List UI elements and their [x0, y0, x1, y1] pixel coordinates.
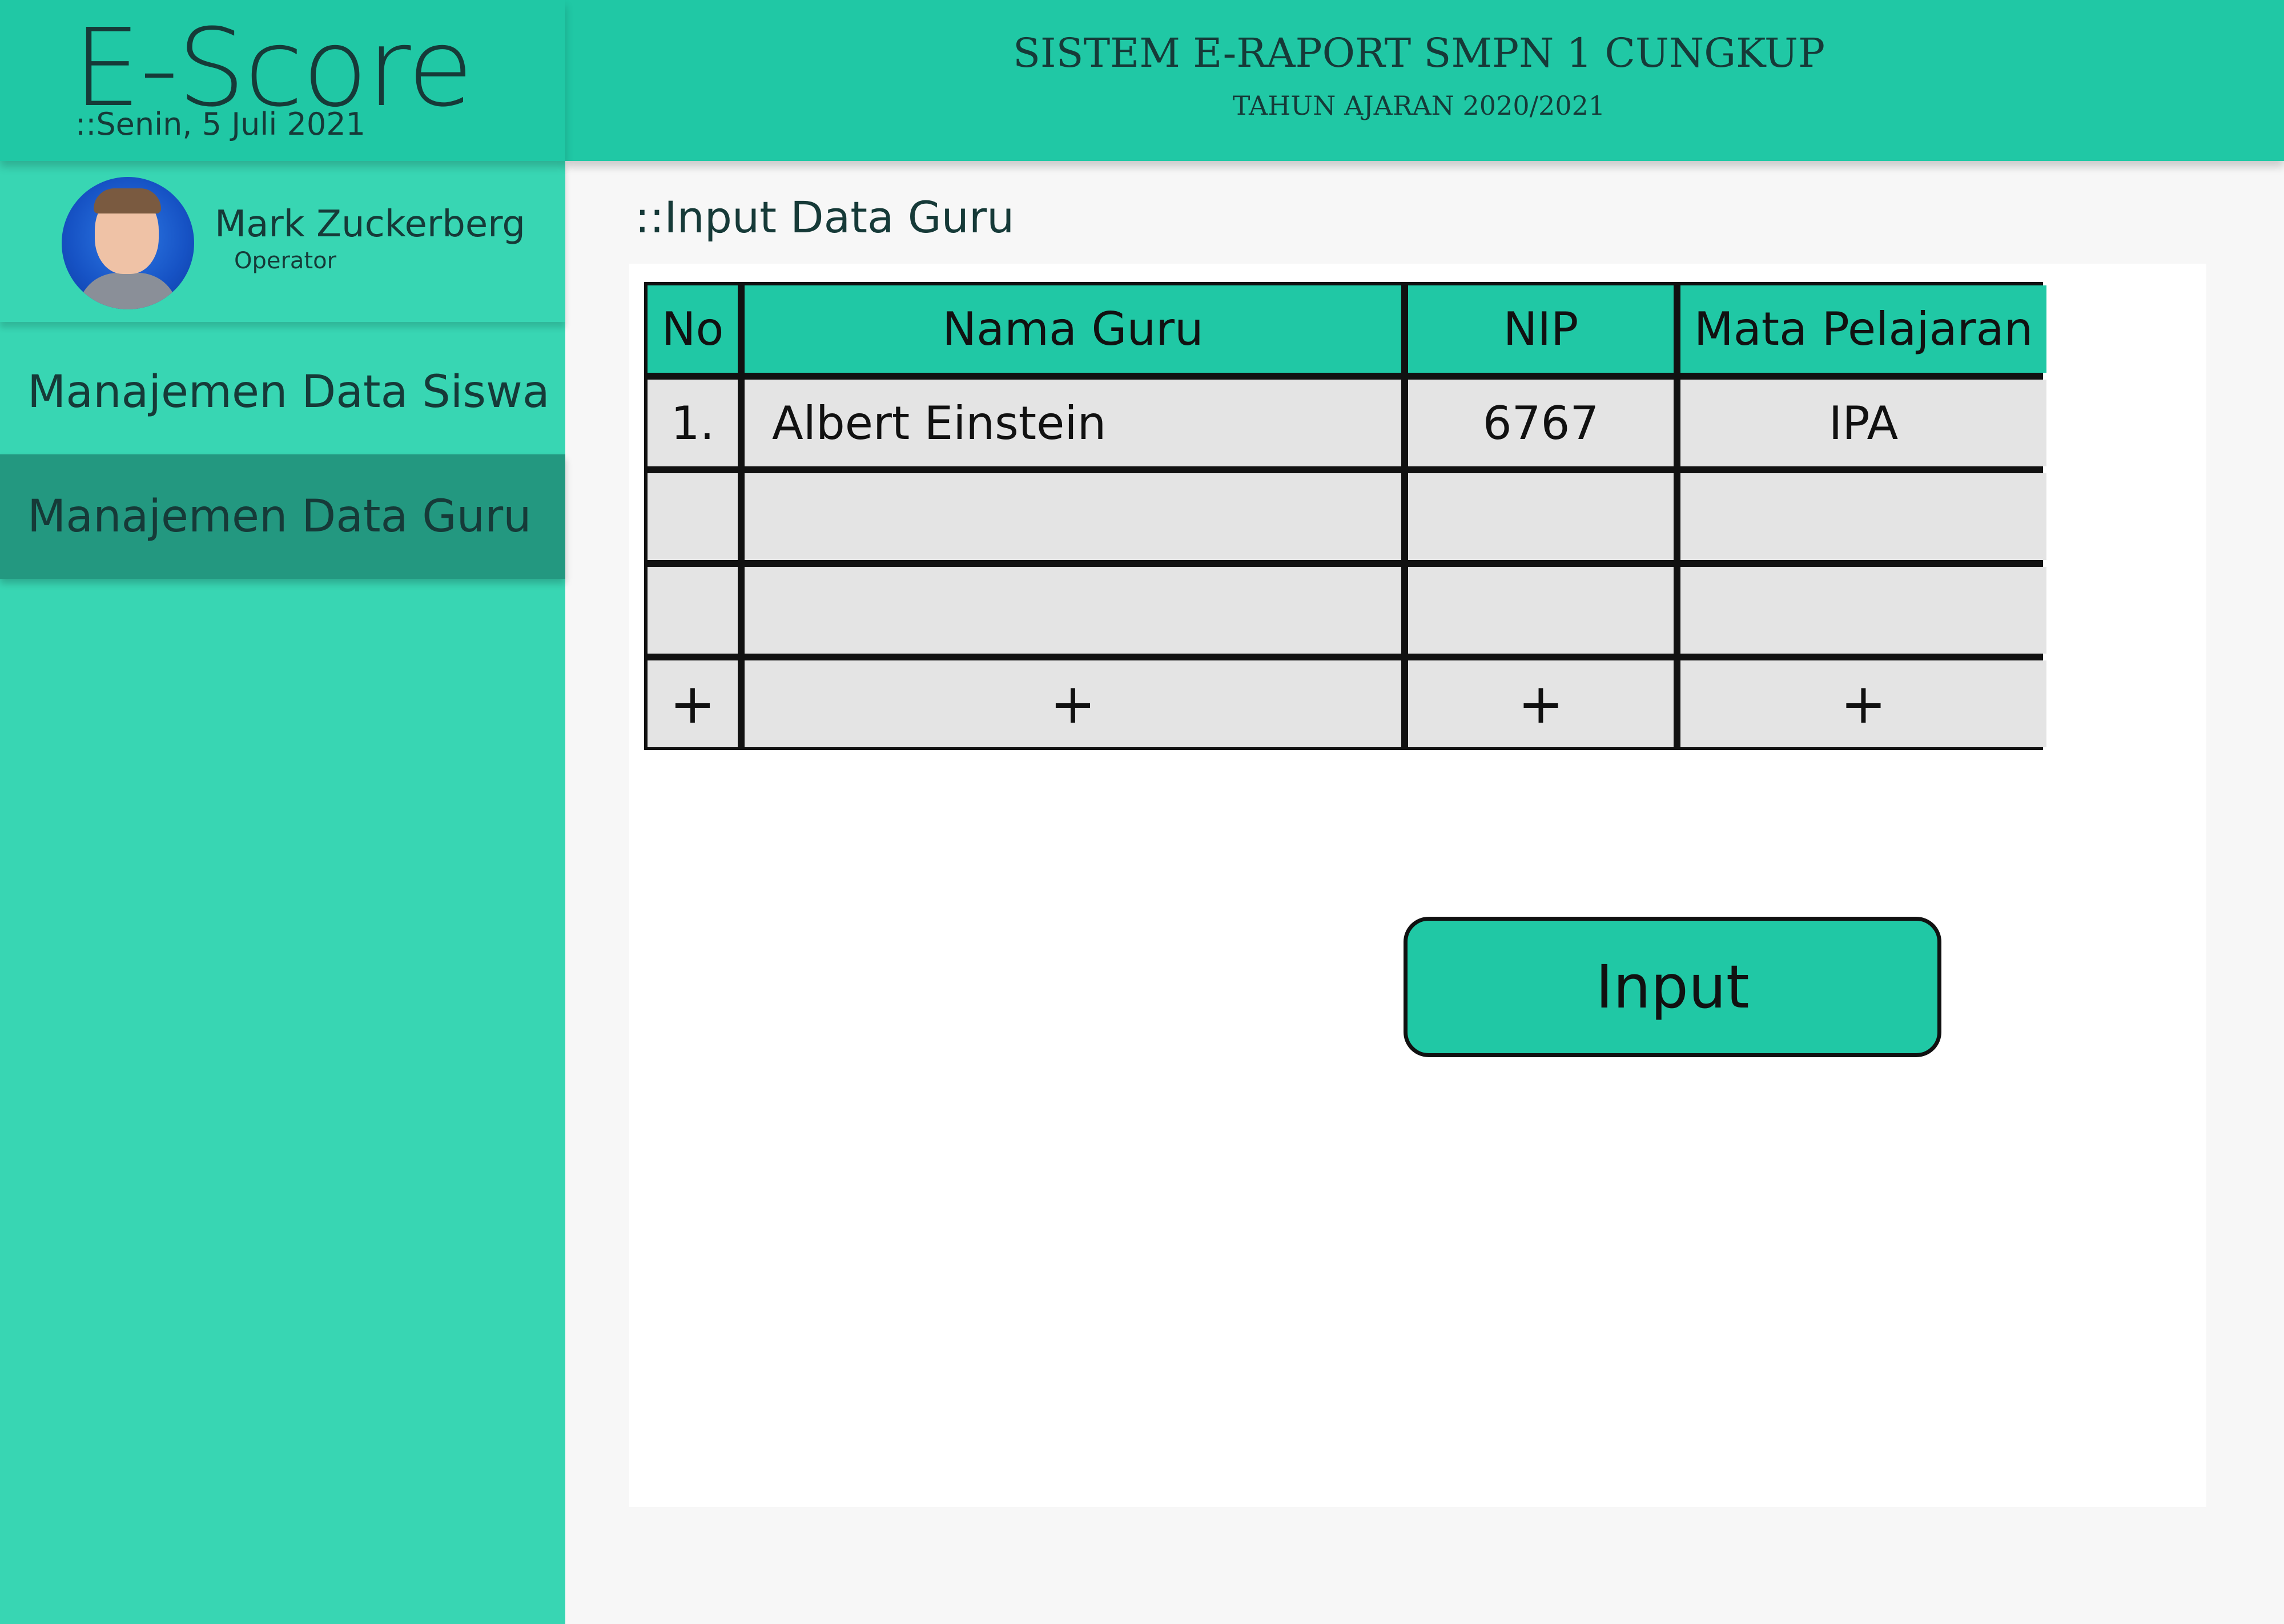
user-profile: Mark Zuckerberg Operator	[0, 161, 565, 322]
table-cell-nip[interactable]	[1408, 473, 1674, 560]
table-cell-nama-guru[interactable]	[745, 567, 1401, 654]
sidebar-item-data-siswa[interactable]: Manajemen Data Siswa	[0, 333, 565, 451]
column-header-nip: NIP	[1408, 285, 1674, 373]
current-date: ::Senin, 5 Juli 2021	[75, 106, 365, 142]
add-nip-button[interactable]: +	[1408, 660, 1674, 747]
add-no-button[interactable]: +	[648, 660, 738, 747]
table-cell-mata-pelajaran[interactable]	[1680, 567, 2046, 654]
column-header-nama-guru: Nama Guru	[745, 285, 1401, 373]
user-name: Mark Zuckerberg	[215, 203, 526, 245]
user-role: Operator	[234, 248, 337, 274]
table-cell-nama-guru[interactable]	[745, 473, 1401, 560]
add-nama-guru-button[interactable]: +	[745, 660, 1401, 747]
table-cell-mata-pelajaran[interactable]: IPA	[1680, 380, 2046, 466]
input-button[interactable]: Input	[1404, 917, 1941, 1057]
sidebar-item-data-guru[interactable]: Manajemen Data Guru	[0, 454, 565, 579]
system-title: SISTEM E-RAPORT SMPN 1 CUNGKUP	[1012, 30, 1825, 76]
logo-area: E-Score ::Senin, 5 Juli 2021	[0, 0, 565, 161]
avatar	[62, 177, 194, 309]
table-cell-nip[interactable]	[1408, 567, 1674, 654]
page-title: ::Input Data Guru	[635, 192, 1015, 243]
teacher-table: No Nama Guru NIP Mata Pelajaran 1. Alber…	[644, 282, 2046, 750]
table-cell-no[interactable]: 1.	[648, 380, 738, 466]
table-cell-no[interactable]	[648, 473, 738, 560]
table-cell-no[interactable]	[648, 567, 738, 654]
table-cell-nip[interactable]: 6767	[1408, 380, 1674, 466]
academic-year: TAHUN AJARAN 2020/2021	[1232, 90, 1606, 121]
table-cell-nama-guru[interactable]: Albert Einstein	[745, 380, 1401, 466]
add-mata-pelajaran-button[interactable]: +	[1680, 660, 2046, 747]
column-header-mata-pelajaran: Mata Pelajaran	[1680, 285, 2046, 373]
sidebar: E-Score ::Senin, 5 Juli 2021 Mark Zucker…	[0, 0, 565, 1624]
column-header-no: No	[648, 285, 738, 373]
top-header: SISTEM E-RAPORT SMPN 1 CUNGKUP TAHUN AJA…	[565, 0, 2284, 161]
table-cell-mata-pelajaran[interactable]	[1680, 473, 2046, 560]
